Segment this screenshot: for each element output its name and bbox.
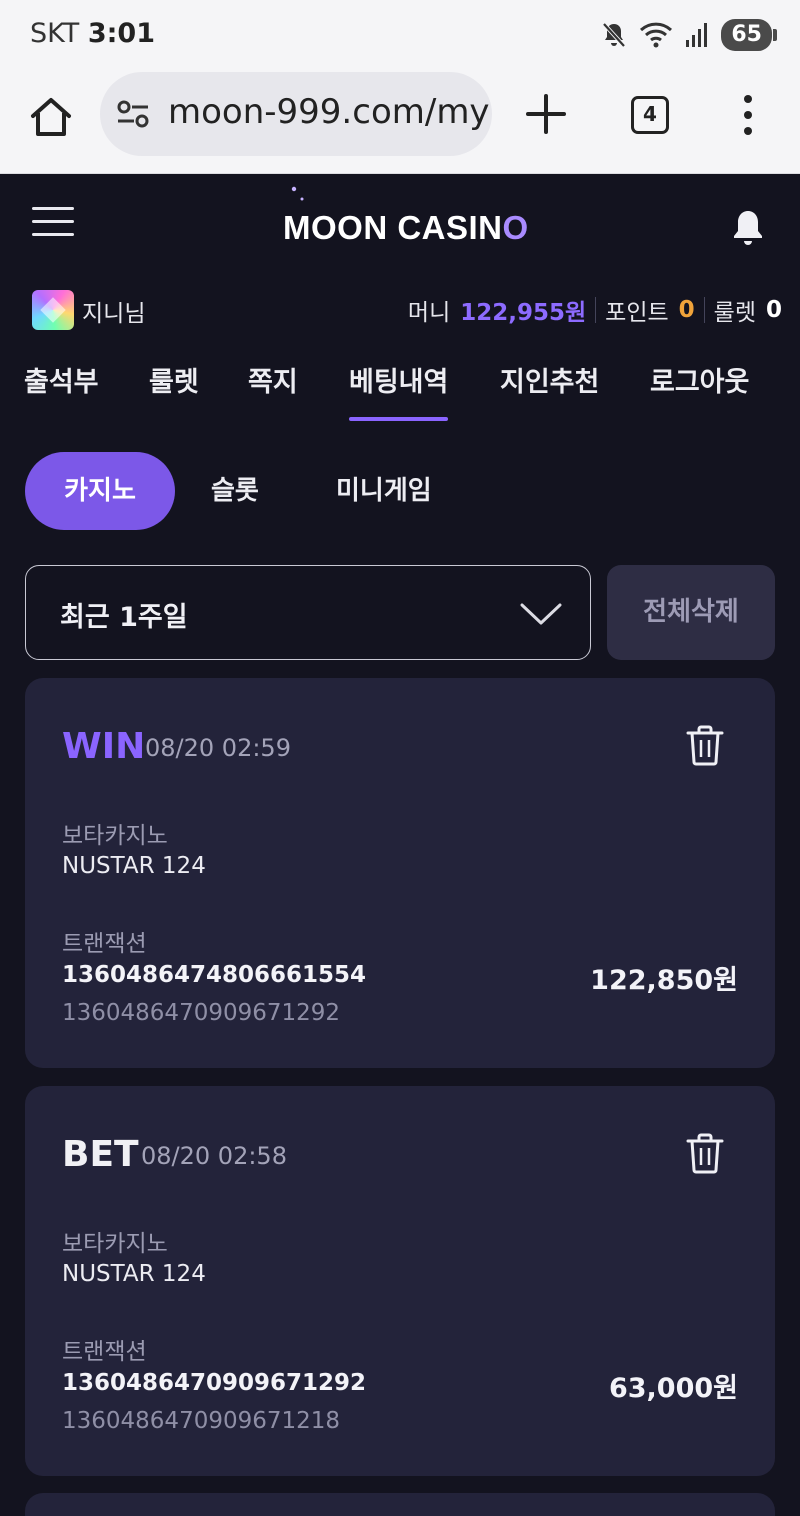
nav-attendance[interactable]: 출석부 xyxy=(24,360,99,399)
avatar[interactable] xyxy=(32,290,74,330)
record-amount: 122,850원 xyxy=(590,965,738,996)
status-bar: SKT 3:01 65 xyxy=(0,0,800,72)
nav-betting-history[interactable]: 베팅내역 xyxy=(349,360,449,421)
record-status: BET xyxy=(62,1134,139,1175)
tab-minigame[interactable]: 미니게임 xyxy=(336,452,432,530)
user-info-bar: 지니님 머니 122,955원 포인트 0 룰렛 0 xyxy=(0,280,800,340)
logo-text: MOON CASINO xyxy=(283,209,529,246)
hamburger-menu-icon[interactable] xyxy=(32,207,74,241)
trash-icon[interactable] xyxy=(685,1132,725,1174)
point-value: 0 xyxy=(678,297,695,323)
battery-indicator: 65 xyxy=(721,19,777,51)
nav-logout[interactable]: 로그아웃 xyxy=(650,360,749,399)
trash-icon[interactable] xyxy=(685,724,725,766)
period-select-value: 최근 1주일 xyxy=(60,602,188,633)
record-status: WIN xyxy=(62,726,146,767)
bell-icon[interactable] xyxy=(731,207,765,247)
bet-record-card: BET 08/20 02:58 보타카지노 NUSTAR 124 트랜잭션 13… xyxy=(25,1086,775,1476)
tab-casino[interactable]: 카지노 xyxy=(25,452,175,530)
money-value: 122,955원 xyxy=(460,300,587,326)
more-options-icon[interactable] xyxy=(738,94,758,136)
transaction-id: 1360486470909671292 xyxy=(62,1370,367,1396)
nav-messages[interactable]: 쪽지 xyxy=(248,360,298,399)
app-header: MOON CASINO xyxy=(0,175,800,280)
status-time: 3:01 xyxy=(87,18,156,49)
site-settings-icon[interactable] xyxy=(116,98,150,130)
provider-name: 보타카지노 xyxy=(62,1231,168,1257)
delete-all-button[interactable]: 전체삭제 xyxy=(607,565,775,660)
status-carrier: SKT 3:01 xyxy=(30,18,156,49)
transaction-id: 1360486474806661554 xyxy=(62,962,367,988)
money-label: 머니 xyxy=(407,300,451,326)
tab-slot[interactable]: 슬롯 xyxy=(211,452,259,530)
record-amount: 63,000원 xyxy=(608,1373,738,1404)
chevron-down-icon xyxy=(520,603,562,625)
point-label: 포인트 xyxy=(605,300,669,326)
record-datetime: 08/20 02:59 xyxy=(145,734,291,762)
roulette-value: 0 xyxy=(765,297,782,323)
nav-referral[interactable]: 지인추천 xyxy=(500,360,599,399)
transaction-label: 트랜잭션 xyxy=(62,931,147,957)
record-datetime: 08/20 02:58 xyxy=(141,1142,287,1170)
site-logo[interactable]: MOON CASINO xyxy=(240,179,560,275)
address-bar[interactable]: moon-999.com/my xyxy=(100,72,492,156)
bet-record-card xyxy=(25,1493,775,1516)
browser-toolbar: moon-999.com/my 4 xyxy=(0,72,800,174)
home-icon[interactable] xyxy=(28,94,74,140)
table-name: NUSTAR 124 xyxy=(62,853,206,879)
signal-icon xyxy=(686,23,708,47)
provider-name: 보타카지노 xyxy=(62,823,168,849)
new-tab-icon[interactable] xyxy=(526,92,566,136)
url-text[interactable]: moon-999.com/my xyxy=(168,92,490,132)
main-nav: 출석부 룰렛 쪽지 베팅내역 지인추천 로그아웃 xyxy=(0,340,800,424)
transaction-ref-id: 1360486470909671292 xyxy=(62,1000,341,1026)
period-select[interactable]: 최근 1주일 xyxy=(25,565,591,660)
balance-summary: 머니 122,955원 포인트 0 룰렛 0 xyxy=(408,293,782,327)
nav-roulette[interactable]: 룰렛 xyxy=(149,360,199,399)
mute-icon xyxy=(602,22,626,48)
bet-record-card: WIN 08/20 02:59 보타카지노 NUSTAR 124 트랜잭션 13… xyxy=(25,678,775,1068)
roulette-label: 룰렛 xyxy=(713,300,756,326)
tab-switcher-button[interactable]: 4 xyxy=(631,96,669,134)
username: 지니님 xyxy=(82,301,146,327)
table-name: NUSTAR 124 xyxy=(62,1261,206,1287)
transaction-label: 트랜잭션 xyxy=(62,1339,147,1365)
transaction-ref-id: 1360486470909671218 xyxy=(62,1408,341,1434)
wifi-icon xyxy=(640,22,673,48)
